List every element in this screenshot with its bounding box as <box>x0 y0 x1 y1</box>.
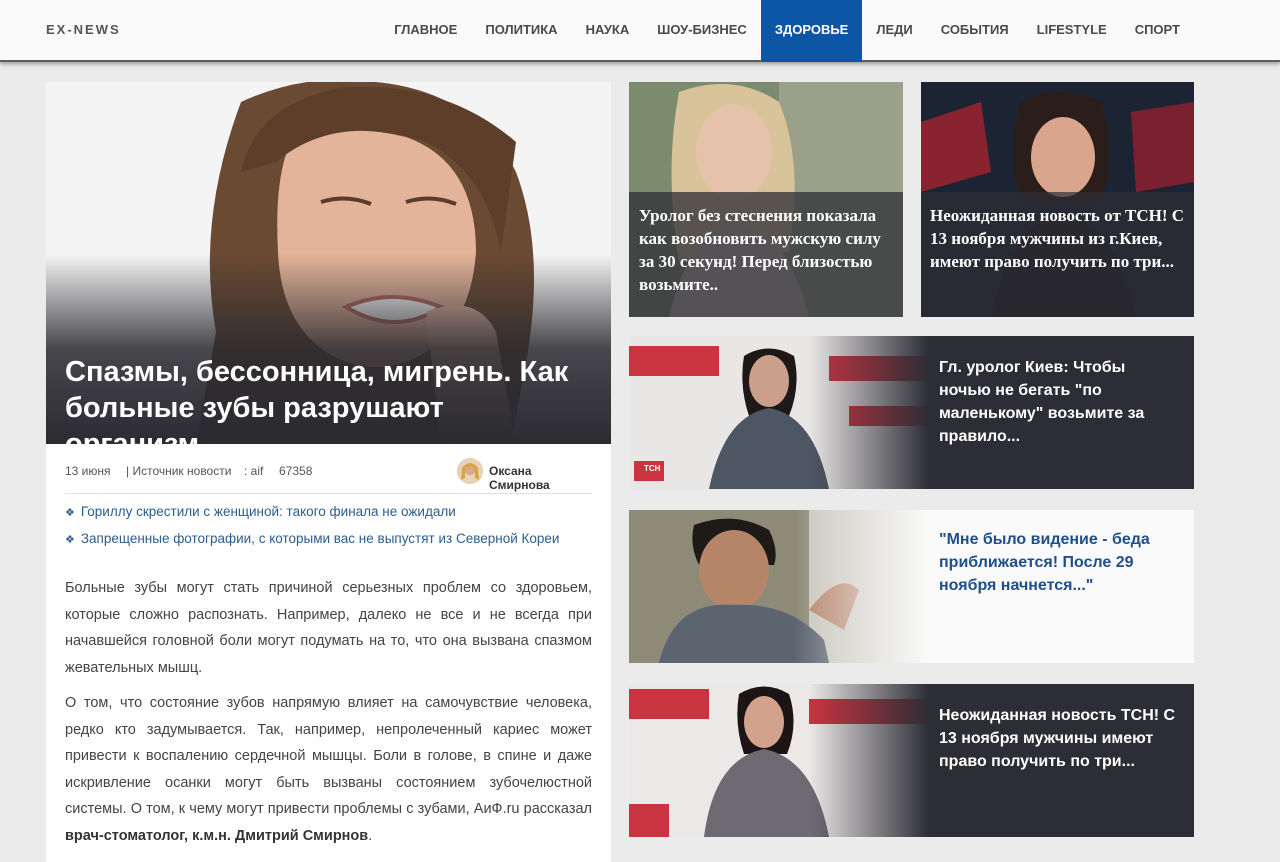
news-tile-1[interactable]: Уролог без стеснения показала как возобн… <box>629 82 903 317</box>
nav-item-lady[interactable]: ЛЕДИ <box>862 0 926 62</box>
tile-photo <box>629 684 929 837</box>
nav-item-main[interactable]: ГЛАВНОЕ <box>380 0 471 62</box>
tile-title[interactable]: "Мне было видение - беда приближается! П… <box>939 528 1159 597</box>
nav-item-health[interactable]: ЗДОРОВЬЕ <box>760 0 863 62</box>
related-link-2[interactable]: ❖ Запрещенные фотографии, с которыми вас … <box>65 531 559 546</box>
news-tile-5[interactable]: Неожиданная новость ТСН! С 13 ноября муж… <box>629 684 1194 837</box>
expert-name: врач-стоматолог, к.м.н. Дмитрий Смирнов <box>65 827 369 844</box>
tile-photo <box>629 510 929 663</box>
nav-item-showbiz[interactable]: ШОУ-БИЗНЕС <box>643 0 761 62</box>
news-tile-3[interactable]: ТСН Гл. уролог Киев: Чтобы ночью не бега… <box>629 336 1194 489</box>
main-article: Спазмы, бессонница, мигрень. Как больные… <box>46 82 611 862</box>
nav-item-events[interactable]: СОБЫТИЯ <box>927 0 1023 62</box>
diamond-bullet-icon: ❖ <box>65 534 75 546</box>
article-paragraph-1: Больные зубы могут стать причиной серьез… <box>65 580 592 676</box>
article-date: 13 июня <box>65 464 111 478</box>
diamond-bullet-icon: ❖ <box>65 507 75 519</box>
tile-title[interactable]: Неожиданная новость от ТСН! С 13 ноября … <box>930 204 1185 273</box>
tile-title[interactable]: Гл. уролог Киев: Чтобы ночью не бегать "… <box>939 356 1174 448</box>
article-paragraph-2: О том, что состояние зубов напрямую влия… <box>65 695 592 844</box>
nav-item-sport[interactable]: СПОРТ <box>1121 0 1194 62</box>
nav-item-politics[interactable]: ПОЛИТИКА <box>471 0 571 62</box>
related-link-1[interactable]: ❖ Гориллу скрестили с женщиной: такого фи… <box>65 504 456 519</box>
main-nav: ГЛАВНОЕ ПОЛИТИКА НАУКА ШОУ-БИЗНЕС ЗДОРОВ… <box>380 0 1194 62</box>
article-title[interactable]: Спазмы, бессонница, мигрень. Как больные… <box>65 354 585 444</box>
tile-title[interactable]: Неожиданная новость ТСН! С 13 ноября муж… <box>939 704 1179 773</box>
article-meta: 13 июня | Источник новости : aif 67358 О… <box>65 458 592 494</box>
article-hero[interactable]: Спазмы, бессонница, мигрень. Как больные… <box>46 82 611 444</box>
nav-item-science[interactable]: НАУКА <box>572 0 644 62</box>
view-count: 67358 <box>279 464 313 478</box>
tile-photo <box>629 336 929 489</box>
avatar <box>457 458 483 484</box>
site-logo[interactable]: EX-NEWS <box>46 22 121 37</box>
news-tile-4[interactable]: "Мне было видение - беда приближается! П… <box>629 510 1194 663</box>
source-name: : aif <box>244 464 264 478</box>
site-header: EX-NEWS ГЛАВНОЕ ПОЛИТИКА НАУКА ШОУ-БИЗНЕ… <box>0 0 1280 62</box>
author-name[interactable]: Оксана Смирнова <box>489 464 592 492</box>
channel-badge: ТСН <box>644 464 661 473</box>
source-label: | Источник новости <box>126 464 232 478</box>
tile-title[interactable]: Уролог без стеснения показала как возобн… <box>639 204 889 296</box>
nav-item-lifestyle[interactable]: LIFESTYLE <box>1023 0 1121 62</box>
news-tile-2[interactable]: Неожиданная новость от ТСН! С 13 ноября … <box>921 82 1194 317</box>
tile-photo <box>921 82 1194 317</box>
